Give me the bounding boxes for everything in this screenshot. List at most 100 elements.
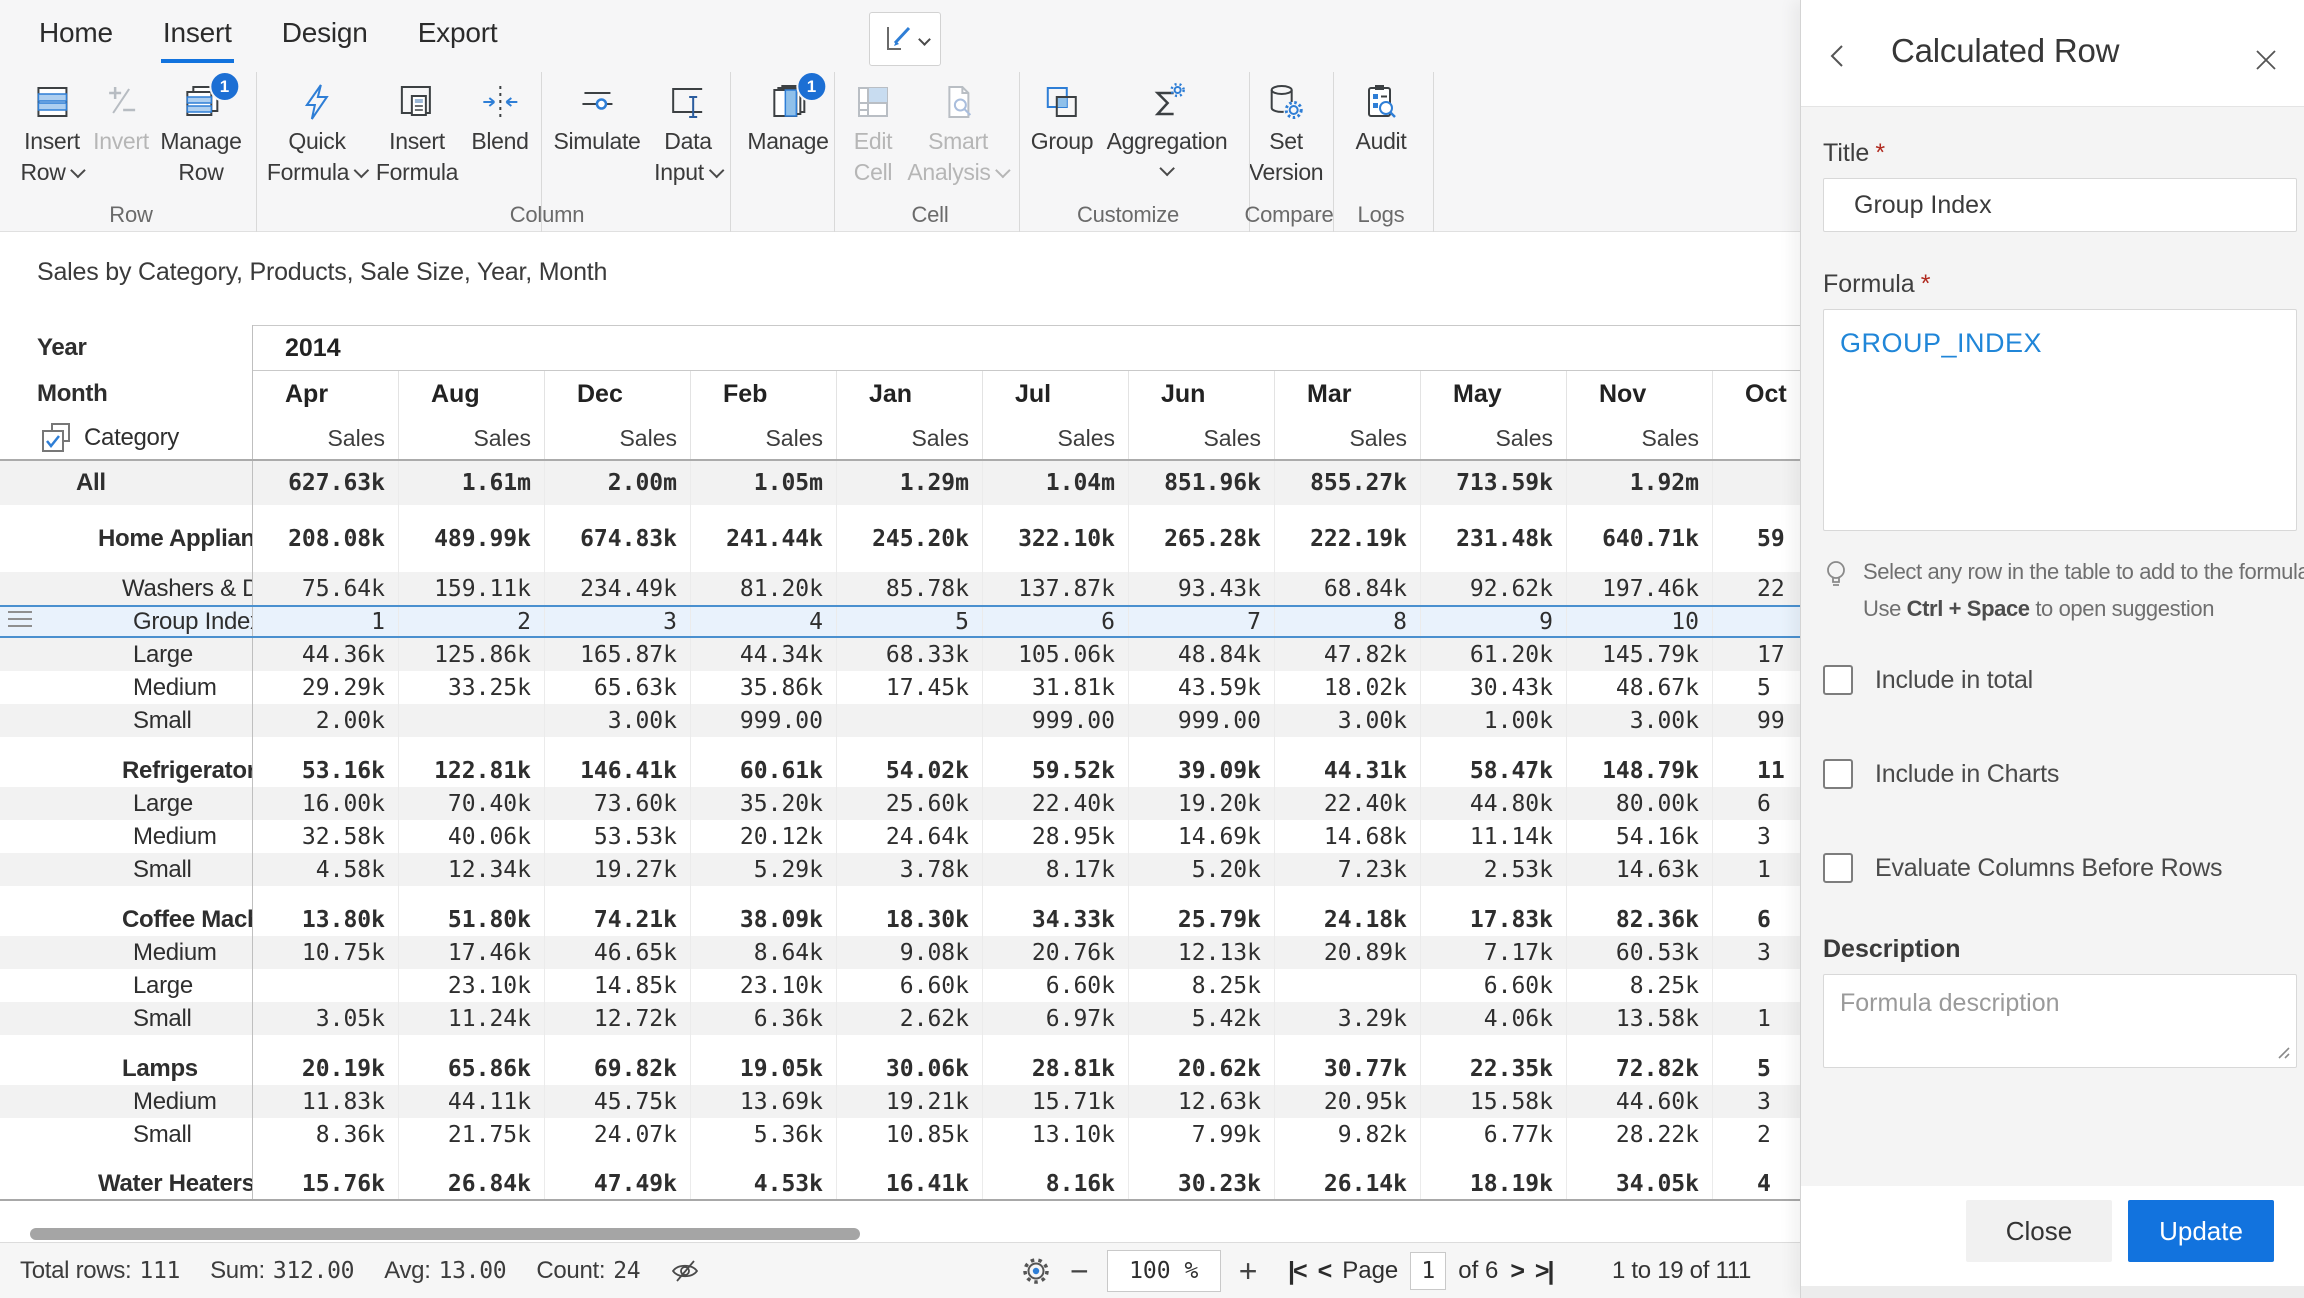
table-cell[interactable]: 60.53k <box>1567 936 1713 969</box>
table-cell[interactable]: 5 <box>1713 671 1800 704</box>
table-cell[interactable]: 1.04m <box>983 461 1129 505</box>
measure-header-cell[interactable]: Sales <box>545 417 691 459</box>
table-cell[interactable]: 4 <box>691 607 837 636</box>
tab-insert[interactable]: Insert <box>160 3 234 63</box>
table-row[interactable]: Medium 32.58k 40.06k 53.53k 20.12k 24.64k 28.9… <box>0 820 1800 853</box>
horizontal-scrollbar[interactable] <box>0 1228 1800 1242</box>
table-cell[interactable]: 855.27k <box>1275 461 1421 505</box>
row-label[interactable]: Medium <box>0 671 253 704</box>
table-cell[interactable]: 18.19k <box>1421 1168 1567 1199</box>
update-button[interactable]: Update <box>2128 1200 2274 1262</box>
table-row[interactable]: Refrigerators53.16k122.81k146.41k60.61k5… <box>0 754 1800 787</box>
table-cell[interactable]: 15.71k <box>983 1085 1129 1118</box>
table-cell[interactable]: 1.00k <box>1421 704 1567 737</box>
table-cell[interactable]: 6 <box>983 607 1129 636</box>
row-label[interactable]: Medium <box>0 1085 253 1118</box>
table-cell[interactable]: 93.43k <box>1129 572 1275 605</box>
data-input-button[interactable]: Data Input <box>654 78 725 188</box>
table-cell[interactable]: 2.00m <box>545 461 691 505</box>
month-header-cell[interactable]: Mar <box>1275 371 1421 417</box>
table-cell[interactable]: 40.06k <box>399 820 545 853</box>
insert-formula-button[interactable]: Insert Formula <box>376 78 458 188</box>
table-cell[interactable]: 6.60k <box>837 969 983 1002</box>
row-label[interactable]: Small <box>0 1002 253 1035</box>
last-page-button[interactable]: >| <box>1535 1257 1555 1286</box>
table-cell[interactable]: 8.16k <box>983 1168 1129 1199</box>
next-page-button[interactable]: > <box>1510 1257 1525 1286</box>
table-cell[interactable]: 23.10k <box>399 969 545 1002</box>
row-label[interactable]: Small <box>0 853 253 886</box>
table-cell[interactable]: 1.61m <box>399 461 545 505</box>
table-cell[interactable]: 627.63k <box>253 461 399 505</box>
table-cell[interactable]: 105.06k <box>983 638 1129 671</box>
table-cell[interactable]: 5 <box>1713 1052 1800 1085</box>
zoom-out-button[interactable]: − <box>1070 1255 1089 1287</box>
close-icon[interactable] <box>2254 48 2278 72</box>
table-cell[interactable]: 59.52k <box>983 754 1129 787</box>
table-cell[interactable]: 19.20k <box>1129 787 1275 820</box>
table-cell[interactable]: 3.78k <box>837 853 983 886</box>
table-cell[interactable]: 24.18k <box>1275 903 1421 936</box>
table-cell[interactable] <box>399 704 545 737</box>
table-cell[interactable]: 3.00k <box>545 704 691 737</box>
table-cell[interactable]: 53.53k <box>545 820 691 853</box>
table-cell[interactable]: 1 <box>1713 1002 1800 1035</box>
table-cell[interactable]: 8.25k <box>1567 969 1713 1002</box>
table-cell[interactable]: 6 <box>1713 903 1800 936</box>
smart-analysis-button[interactable]: Smart Analysis <box>907 78 1011 188</box>
table-cell[interactable]: 12.13k <box>1129 936 1275 969</box>
quick-formula-button[interactable]: Quick Formula <box>267 78 370 188</box>
table-row[interactable]: Small 3.05k 11.24k 12.72k 6.36k 2.62k 6.97k 5.4… <box>0 1002 1800 1035</box>
table-cell[interactable]: 20.12k <box>691 820 837 853</box>
table-cell[interactable] <box>1713 461 1800 505</box>
table-cell[interactable]: 14.68k <box>1275 820 1421 853</box>
table-row[interactable]: Washers & Dr…75.64k159.11k234.49k81.20k8… <box>0 572 1800 605</box>
measure-header-cell[interactable]: Sales <box>837 417 983 459</box>
table-cell[interactable]: 14.85k <box>545 969 691 1002</box>
table-cell[interactable]: 72.82k <box>1567 1052 1713 1085</box>
table-cell[interactable]: 999.00 <box>1129 704 1275 737</box>
tab-home[interactable]: Home <box>37 3 115 63</box>
include-in-charts-checkbox[interactable] <box>1823 759 1853 789</box>
table-cell[interactable]: 22.40k <box>1275 787 1421 820</box>
measure-header-cell[interactable]: Sales <box>253 417 399 459</box>
table-cell[interactable]: 23.10k <box>691 969 837 1002</box>
row-label[interactable]: Large <box>0 969 253 1002</box>
table-cell[interactable]: 137.87k <box>983 572 1129 605</box>
table-cell[interactable]: 44.36k <box>253 638 399 671</box>
table-cell[interactable]: 45.75k <box>545 1085 691 1118</box>
table-cell[interactable]: 9.82k <box>1275 1118 1421 1151</box>
table-cell[interactable]: 26.14k <box>1275 1168 1421 1199</box>
table-cell[interactable]: 48.84k <box>1129 638 1275 671</box>
insert-row-button[interactable]: Insert Row <box>20 78 86 188</box>
table-cell[interactable]: 7.23k <box>1275 853 1421 886</box>
page-number-input[interactable] <box>1410 1252 1447 1290</box>
eye-off-icon[interactable] <box>670 1258 700 1284</box>
table-cell[interactable]: 5.42k <box>1129 1002 1275 1035</box>
previous-page-button[interactable]: < <box>1318 1257 1333 1286</box>
table-cell[interactable]: 31.81k <box>983 671 1129 704</box>
table-cell[interactable]: 1 <box>253 607 399 636</box>
table-cell[interactable]: 44.31k <box>1275 754 1421 787</box>
table-cell[interactable]: 18.02k <box>1275 671 1421 704</box>
table-cell[interactable]: 8.64k <box>691 936 837 969</box>
table-cell[interactable]: 15.58k <box>1421 1085 1567 1118</box>
table-cell[interactable]: 713.59k <box>1421 461 1567 505</box>
table-cell[interactable]: 8.17k <box>983 853 1129 886</box>
row-label[interactable]: Water Heaters <box>0 1168 253 1199</box>
table-cell[interactable]: 2.00k <box>253 704 399 737</box>
table-cell[interactable]: 6.97k <box>983 1002 1129 1035</box>
row-label[interactable]: Medium <box>0 936 253 969</box>
table-cell[interactable]: 3.29k <box>1275 1002 1421 1035</box>
table-cell[interactable]: 17.83k <box>1421 903 1567 936</box>
table-cell[interactable]: 851.96k <box>1129 461 1275 505</box>
table-row[interactable]: Small 4.58k 12.34k 19.27k 5.29k 3.78k 8.17k 5.2… <box>0 853 1800 886</box>
measure-header-cell[interactable]: Sales <box>1421 417 1567 459</box>
table-cell[interactable]: 14.69k <box>1129 820 1275 853</box>
table-cell[interactable]: 68.84k <box>1275 572 1421 605</box>
table-cell[interactable]: 28.95k <box>983 820 1129 853</box>
table-cell[interactable]: 1.92m <box>1567 461 1713 505</box>
table-cell[interactable] <box>837 704 983 737</box>
table-cell[interactable]: 10.75k <box>253 936 399 969</box>
table-cell[interactable]: 10 <box>1567 607 1713 636</box>
